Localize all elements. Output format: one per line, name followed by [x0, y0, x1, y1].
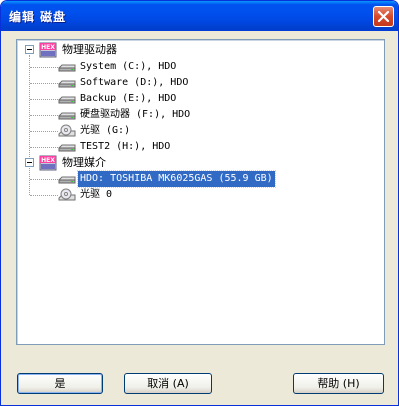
svg-text:HEX: HEX [41, 157, 55, 164]
cd-drive-icon [58, 124, 76, 137]
ok-button[interactable]: 是 [17, 373, 103, 394]
hex-drive-icon: HEX [39, 42, 57, 58]
collapse-toggle-physical-drives[interactable] [25, 45, 34, 54]
tree-node-drive[interactable]: Software (D:), HDO [58, 75, 190, 91]
hard-drive-icon [58, 144, 76, 152]
edit-disk-dialog: 编辑 磁盘 HEX 物理驱动器 System (C:), HDO Softwar… [0, 0, 399, 406]
tree-node-disk-selected[interactable]: HDO: TOSHIBA MK6025GAS (55.9 GB) [58, 170, 276, 188]
title-bar[interactable]: 编辑 磁盘 [1, 1, 398, 31]
hex-drive-icon: HEX [39, 155, 57, 171]
tree-node-physical-drives[interactable]: HEX 物理驱动器 [39, 42, 119, 58]
tree-node-drive[interactable]: System (C:), HDO [58, 59, 178, 75]
hard-drive-icon [58, 176, 76, 184]
cd-drive-icon [58, 188, 76, 201]
hard-drive-icon [58, 112, 76, 120]
tree-node-physical-media[interactable]: HEX 物理媒介 [39, 155, 108, 171]
tree-line [29, 55, 30, 157]
hard-drive-icon [58, 96, 76, 104]
window-title: 编辑 磁盘 [9, 10, 67, 24]
tree-node-drive[interactable]: 硬盘驱动器 (F:), HDO [58, 107, 192, 123]
help-button[interactable]: 帮助 (H) [293, 373, 384, 394]
disk-tree-view[interactable]: HEX 物理驱动器 System (C:), HDO Software (D:)… [16, 39, 385, 345]
tree-node-drive[interactable]: Backup (E:), HDO [58, 91, 178, 107]
hard-drive-icon [58, 80, 76, 88]
svg-text:HEX: HEX [41, 44, 55, 51]
hard-drive-icon [58, 64, 76, 72]
tree-node-drive[interactable]: TEST2 (H:), HDO [58, 139, 172, 155]
tree-line [29, 168, 30, 195]
close-button[interactable] [373, 6, 394, 27]
cancel-button[interactable]: 取消 (A) [124, 373, 212, 394]
tree-node-cd-drive[interactable]: 光驱 0 [58, 187, 114, 203]
collapse-toggle-physical-media[interactable] [25, 158, 34, 167]
close-icon [378, 11, 389, 22]
tree-node-cd-drive[interactable]: 光驱 (G:) [58, 123, 132, 139]
